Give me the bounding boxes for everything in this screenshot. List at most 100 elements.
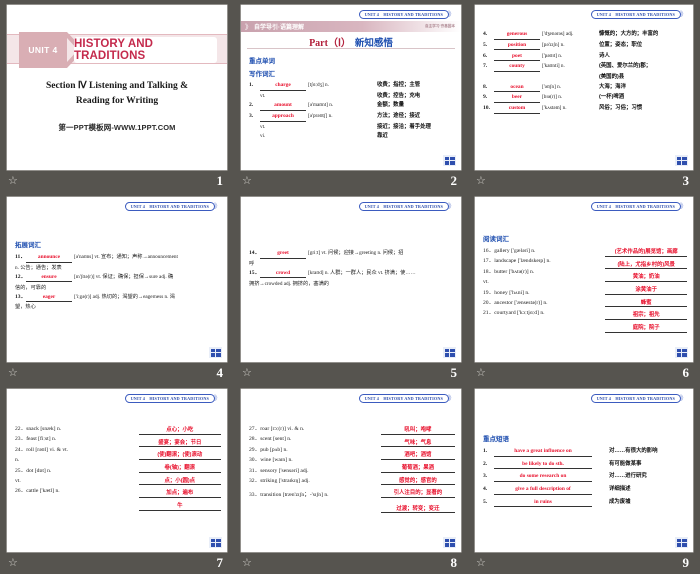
logo-icon [675,155,688,166]
phonetic: vt. [260,92,266,99]
row-number: 6. [483,52,488,59]
star-icon[interactable]: ☆ [476,367,486,379]
meaning: 收费；指控；主管 [377,82,421,88]
unit-tag: UNIT 4 HISTORY AND TRADITIONS 》 [124,394,221,403]
row-number: 15． [249,269,261,276]
unit-tag-label: UNIT 4 HISTORY AND TRADITIONS [124,202,215,211]
answer-blank: give a full description of [494,486,592,495]
answer-blank: beer [494,94,540,103]
answer-line: (艺术作品的)展览馆；画廊 [605,247,687,257]
meaning: 接近；接洽；着手处理 [377,123,431,130]
star-icon[interactable]: ☆ [8,557,18,569]
answer-line: 涂黄油于 [605,285,687,295]
phonetic: [ə'prəʊtʃ] n. [308,113,333,120]
answer-blank: county [494,63,540,72]
meaning: 对……有很大的影响 [609,448,658,454]
list-item: 16．gallery ['gæləri] n. [483,248,536,254]
slide-cell-9[interactable]: UNIT 4 HISTORY AND TRADITIONS 》 重点短语 1. … [468,384,700,574]
slide-4[interactable]: UNIT 4 HISTORY AND TRADITIONS 》 拓展词汇 11．… [7,197,227,362]
meaning-column: 吼叫；咆哮 气味；气息 酒吧；酒馆 葡萄酒；果酒 感觉的；感官的 引人注目的；显… [380,425,455,517]
slide-7[interactable]: UNIT 4 HISTORY AND TRADITIONS 》 22．snack… [7,389,227,552]
sub-heading: 写作词汇 [249,71,275,78]
star-icon[interactable]: ☆ [476,557,486,569]
unit-tag: UNIT 4 HISTORY AND TRADITIONS 》 [590,10,687,19]
section-banner-right: 自主学习·夯基固本 [425,24,455,28]
word-row: vt. 收费；控告；充电 [249,93,455,100]
list-item: 33．transition [træn'zɪʃn；-'sɪʃn] n. [249,492,329,499]
slide-3[interactable]: UNIT 4 HISTORY AND TRADITIONS 》 4. gener… [475,5,693,170]
phonetic: [tʃɑːdʒ] n. [308,82,329,88]
star-icon[interactable]: ☆ [476,175,486,187]
slide-cell-2[interactable]: UNIT 4 HISTORY AND TRADITIONS 》 》 自学导引·语… [234,0,468,192]
slide-9[interactable]: UNIT 4 HISTORY AND TRADITIONS 》 重点短语 1. … [475,389,693,552]
list-item: vt. [483,279,489,286]
meaning: 风俗；习俗；习惯 [599,105,643,112]
logo-icon [675,537,688,548]
answer-line: 感觉的；感官的 [380,476,455,486]
list-item: 18．butter ['bʌtə(r)] n. [483,268,535,275]
meaning: 详细描述 [609,486,631,493]
phonetic: [ə'maʊnt] n. [308,102,334,109]
meaning: 靠近 [377,133,388,140]
logo-icon [209,537,222,548]
unit-tag-label: UNIT 4 HISTORY AND TRADITIONS [358,10,449,19]
star-icon[interactable]: ☆ [8,367,18,379]
star-icon[interactable]: ☆ [242,175,252,187]
row-number: 3. [483,473,488,480]
chevron-right-icon: 》 [680,395,687,402]
slide-2-body: 重点单词 写作词汇 1. charge [tʃɑːdʒ] n. 收费；指控；主管… [249,55,455,143]
slide-cell-3[interactable]: UNIT 4 HISTORY AND TRADITIONS 》 4. gener… [468,0,700,192]
list-item: 27．roar [rɔː(r)] vi. & n. [249,426,305,432]
phrase-row: 5. in ruins 成为废墟 [483,499,687,508]
slide-cell-4[interactable]: UNIT 4 HISTORY AND TRADITIONS 》 拓展词汇 11．… [0,192,234,384]
page-number: 7 [216,555,224,570]
row-number: 2. [249,102,254,109]
answer-line: 吼叫；咆哮 [380,425,455,435]
section-banner: 》 自学导引·语篇理解 自主学习·夯基固本 [241,21,461,32]
star-icon[interactable]: ☆ [242,367,252,379]
slide-cell-8[interactable]: UNIT 4 HISTORY AND TRADITIONS 》 27．roar … [234,384,468,574]
logo-icon [443,155,456,166]
slide-cell-1[interactable]: UNIT 4 HISTORY AND TRADITIONS Section Ⅳ … [0,0,234,192]
section-line-2: Reading for Writing [75,95,159,106]
list-item: 28．scent [sent] n. [249,436,292,443]
slide-1[interactable]: UNIT 4 HISTORY AND TRADITIONS Section Ⅳ … [7,5,227,170]
slide-2[interactable]: UNIT 4 HISTORY AND TRADITIONS 》 》 自学导引·语… [241,5,461,170]
watermark-text: 第一PPT模板网-WWW.1PPT.COM [58,123,176,133]
answer-blank: eager [26,294,72,303]
entry-detail: [ə'naʊns] vt. 宣布；通知；声称→announcement [74,254,178,260]
chevron-double-icon: 》 [245,23,252,31]
slide-footer-3: ☆ 3 [475,170,693,192]
word-row: 11． announce [ə'naʊns] vt. 宣布；通知；声称→anno… [15,254,221,263]
slide-5[interactable]: UNIT 4 HISTORY AND TRADITIONS 》 14． gree… [241,197,461,362]
unit-tag: UNIT 4 HISTORY AND TRADITIONS 》 [358,202,455,211]
logo-icon [209,347,222,358]
word-row: 15． crowd [kraʊd] n. 人群；一群人；民众 vt. 挤满；使…… [249,270,455,279]
answer-line: 葡萄酒；果酒 [380,463,455,473]
answer-blank: do some research on [494,473,592,483]
row-number: 7. [483,63,488,70]
logo-icon [675,347,688,358]
slide-6[interactable]: UNIT 4 HISTORY AND TRADITIONS 》 阅读词汇 16．… [475,197,693,362]
meaning: 慷慨的；大方的；丰富的 [599,31,659,37]
unit-tag-label: UNIT 4 HISTORY AND TRADITIONS [590,10,681,19]
answer-blank: poet [494,53,540,62]
star-icon[interactable]: ☆ [8,175,18,187]
slide-footer-7: ☆ 7 [7,552,227,574]
answer-line: 卷(轴)；翻滚 [138,463,221,473]
slide-cell-6[interactable]: UNIT 4 HISTORY AND TRADITIONS 》 阅读词汇 16．… [468,192,700,384]
meaning-column: 点心；小吃 盛宴；宴会；节日 (使)翻滚；(使)滚动 卷(轴)；翻滚 点；小(圆… [138,425,221,514]
word-row: 1. charge [tʃɑːdʒ] n. 收费；指控；主管 [249,82,455,91]
entry-continuation: n. 公告；通告；发表 [15,264,62,271]
unit-tag-label: UNIT 4 HISTORY AND TRADITIONS [358,202,449,211]
chevron-right-icon: 》 [448,395,455,402]
answer-blank: amount [260,102,306,111]
slide-cell-7[interactable]: UNIT 4 HISTORY AND TRADITIONS 》 22．snack… [0,384,234,574]
slide-cell-5[interactable]: UNIT 4 HISTORY AND TRADITIONS 》 14． gree… [234,192,468,384]
star-icon[interactable]: ☆ [242,557,252,569]
slide-8[interactable]: UNIT 4 HISTORY AND TRADITIONS 》 27．roar … [241,389,461,552]
row-number: 14． [249,250,261,256]
answer-line: 祖宗；祖先 [605,310,687,320]
meaning: 有可能做某事 [609,460,642,467]
slide-footer-5: ☆ 5 [241,362,461,384]
